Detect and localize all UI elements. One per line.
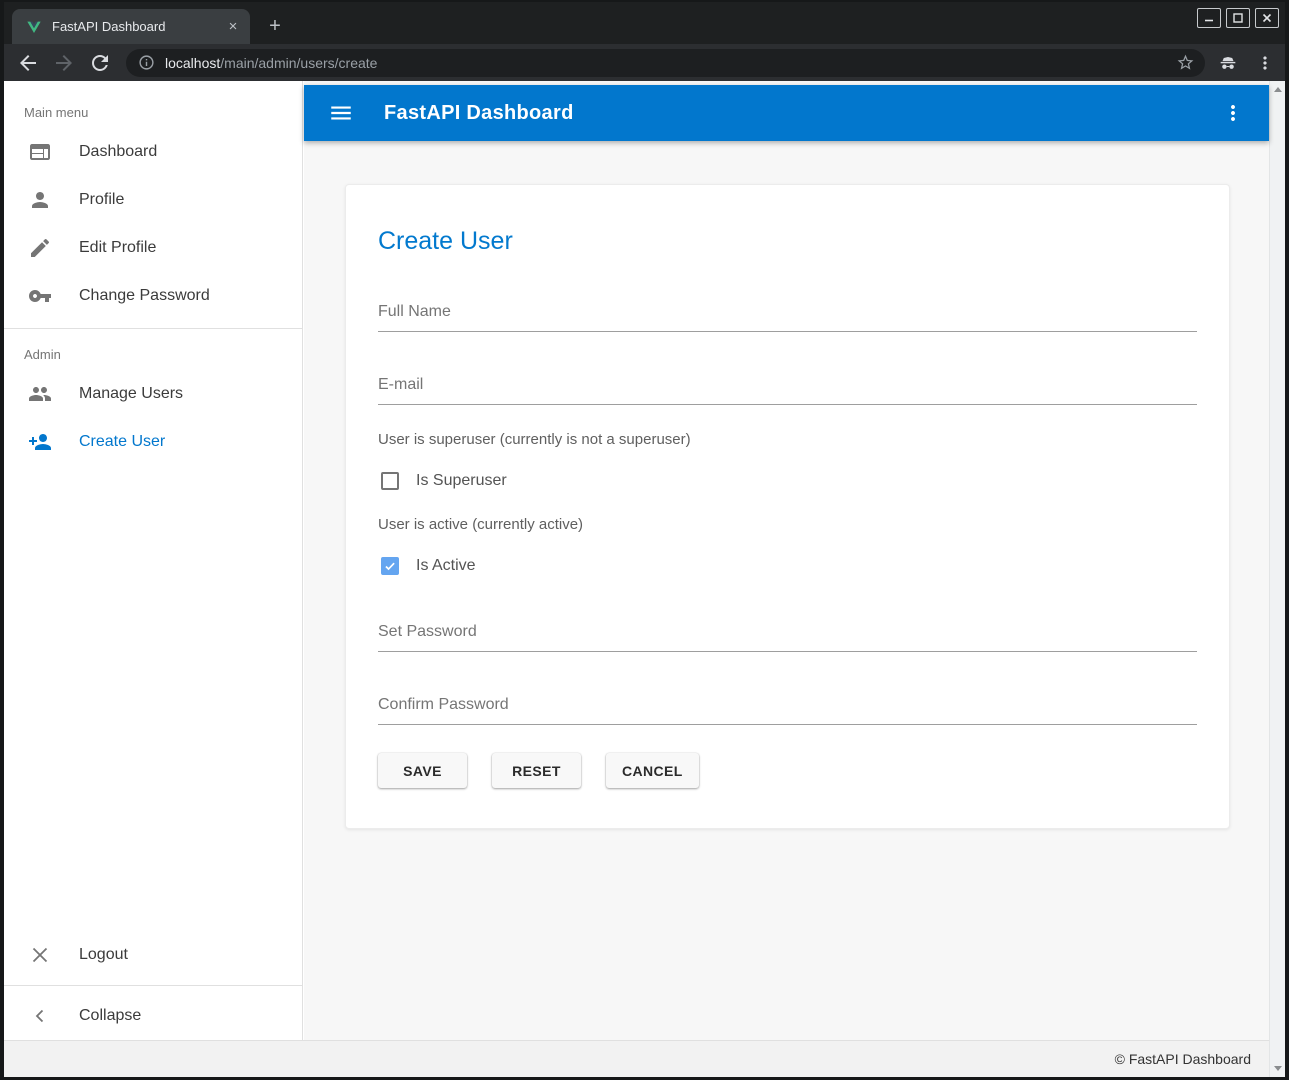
hamburger-menu-icon[interactable] bbox=[328, 100, 354, 126]
sidebar-item-manage-users[interactable]: Manage Users bbox=[4, 370, 302, 418]
people-icon bbox=[28, 382, 52, 406]
sidebar-item-profile[interactable]: Profile bbox=[4, 176, 302, 224]
new-tab-icon[interactable]: + bbox=[262, 14, 288, 40]
tab-strip: FastAPI Dashboard × + bbox=[4, 2, 1285, 44]
page-footer: © FastAPI Dashboard bbox=[4, 1040, 1269, 1077]
url-path: /main/admin/users/create bbox=[220, 55, 377, 71]
sidebar-section-admin: Admin bbox=[4, 329, 302, 370]
app-bar-title: FastAPI Dashboard bbox=[384, 102, 574, 125]
page-viewport: Main menu Dashboard Profile Edit Profile bbox=[4, 81, 1285, 1077]
sidebar-item-label: Profile bbox=[79, 191, 124, 209]
browser-toolbar: localhost/main/admin/users/create bbox=[4, 44, 1285, 81]
site-info-icon[interactable] bbox=[138, 54, 155, 71]
browser-window: FastAPI Dashboard × + localhost/m bbox=[0, 0, 1289, 1080]
pencil-icon bbox=[28, 236, 52, 260]
vue-favicon bbox=[26, 19, 42, 35]
toolbar-right bbox=[1217, 52, 1275, 74]
app-bar: FastAPI Dashboard bbox=[304, 85, 1269, 141]
active-checkbox[interactable] bbox=[381, 557, 399, 575]
set-password-field[interactable] bbox=[378, 619, 1197, 652]
sidebar-item-collapse[interactable]: Collapse bbox=[4, 992, 302, 1040]
close-window-button[interactable] bbox=[1255, 8, 1279, 28]
sidebar-item-change-password[interactable]: Change Password bbox=[4, 272, 302, 320]
sidebar-section-main-menu: Main menu bbox=[4, 81, 302, 128]
create-user-card: Create User User is superuser (currently… bbox=[345, 184, 1230, 829]
url-text[interactable]: localhost/main/admin/users/create bbox=[165, 55, 1176, 71]
person-add-icon bbox=[28, 430, 52, 454]
sidebar-item-logout[interactable]: Logout bbox=[4, 931, 302, 979]
browser-tab[interactable]: FastAPI Dashboard × bbox=[12, 9, 250, 44]
confirm-password-field[interactable] bbox=[378, 692, 1197, 725]
superuser-checkbox-row[interactable]: Is Superuser bbox=[381, 472, 1197, 490]
app-bar-menu-icon[interactable] bbox=[1221, 101, 1245, 125]
form-actions: SAVE RESET CANCEL bbox=[378, 753, 1197, 788]
back-icon[interactable] bbox=[16, 51, 40, 75]
sidebar-bottom: Logout Collapse bbox=[4, 931, 302, 1040]
save-button[interactable]: SAVE bbox=[378, 753, 467, 788]
sidebar-item-edit-profile[interactable]: Edit Profile bbox=[4, 224, 302, 272]
address-bar[interactable]: localhost/main/admin/users/create bbox=[126, 49, 1205, 77]
person-icon bbox=[28, 188, 52, 212]
bookmark-star-icon[interactable] bbox=[1176, 53, 1195, 72]
vertical-scrollbar[interactable] bbox=[1269, 81, 1285, 1077]
sidebar-item-create-user[interactable]: Create User bbox=[4, 418, 302, 466]
incognito-icon bbox=[1217, 52, 1239, 74]
tab-close-icon[interactable]: × bbox=[224, 18, 242, 36]
superuser-checkbox[interactable] bbox=[381, 472, 399, 490]
key-icon bbox=[28, 284, 52, 308]
superuser-checkbox-label: Is Superuser bbox=[416, 472, 507, 490]
active-checkbox-row[interactable]: Is Active bbox=[381, 557, 1197, 575]
email-field[interactable] bbox=[378, 372, 1197, 405]
main-content: FastAPI Dashboard Create User User is su… bbox=[304, 81, 1269, 1040]
sidebar-spacer bbox=[4, 466, 302, 931]
sidebar-divider bbox=[4, 985, 302, 986]
sidebar-item-label: Create User bbox=[79, 433, 165, 451]
checkmark-icon bbox=[383, 559, 397, 573]
sidebar-item-label: Manage Users bbox=[79, 385, 183, 403]
superuser-hint: User is superuser (currently is not a su… bbox=[378, 431, 1197, 448]
sidebar-item-label: Collapse bbox=[79, 1007, 141, 1025]
sidebar: Main menu Dashboard Profile Edit Profile bbox=[4, 81, 303, 1040]
sidebar-item-label: Logout bbox=[79, 946, 128, 964]
cancel-button[interactable]: CANCEL bbox=[606, 753, 699, 788]
url-host: localhost bbox=[165, 55, 220, 71]
window-controls bbox=[1197, 8, 1279, 28]
forward-icon[interactable] bbox=[52, 51, 76, 75]
active-checkbox-label: Is Active bbox=[416, 557, 476, 575]
minimize-button[interactable] bbox=[1197, 8, 1221, 28]
browser-menu-icon[interactable] bbox=[1255, 53, 1275, 73]
full-name-field[interactable] bbox=[378, 299, 1197, 332]
copyright-text: © FastAPI Dashboard bbox=[1115, 1051, 1251, 1067]
sidebar-item-label: Change Password bbox=[79, 287, 210, 305]
scroll-up-icon[interactable] bbox=[1274, 87, 1282, 92]
sidebar-item-label: Dashboard bbox=[79, 143, 157, 161]
page-title: Create User bbox=[378, 227, 1197, 255]
active-hint: User is active (currently active) bbox=[378, 516, 1197, 533]
tab-title: FastAPI Dashboard bbox=[52, 19, 224, 34]
dashboard-icon bbox=[28, 140, 52, 164]
refresh-icon[interactable] bbox=[88, 51, 112, 75]
scroll-down-icon[interactable] bbox=[1274, 1066, 1282, 1071]
close-icon bbox=[28, 943, 52, 967]
chevron-left-icon bbox=[28, 1004, 52, 1028]
sidebar-item-dashboard[interactable]: Dashboard bbox=[4, 128, 302, 176]
maximize-button[interactable] bbox=[1226, 8, 1250, 28]
reset-button[interactable]: RESET bbox=[492, 753, 581, 788]
sidebar-item-label: Edit Profile bbox=[79, 239, 156, 257]
